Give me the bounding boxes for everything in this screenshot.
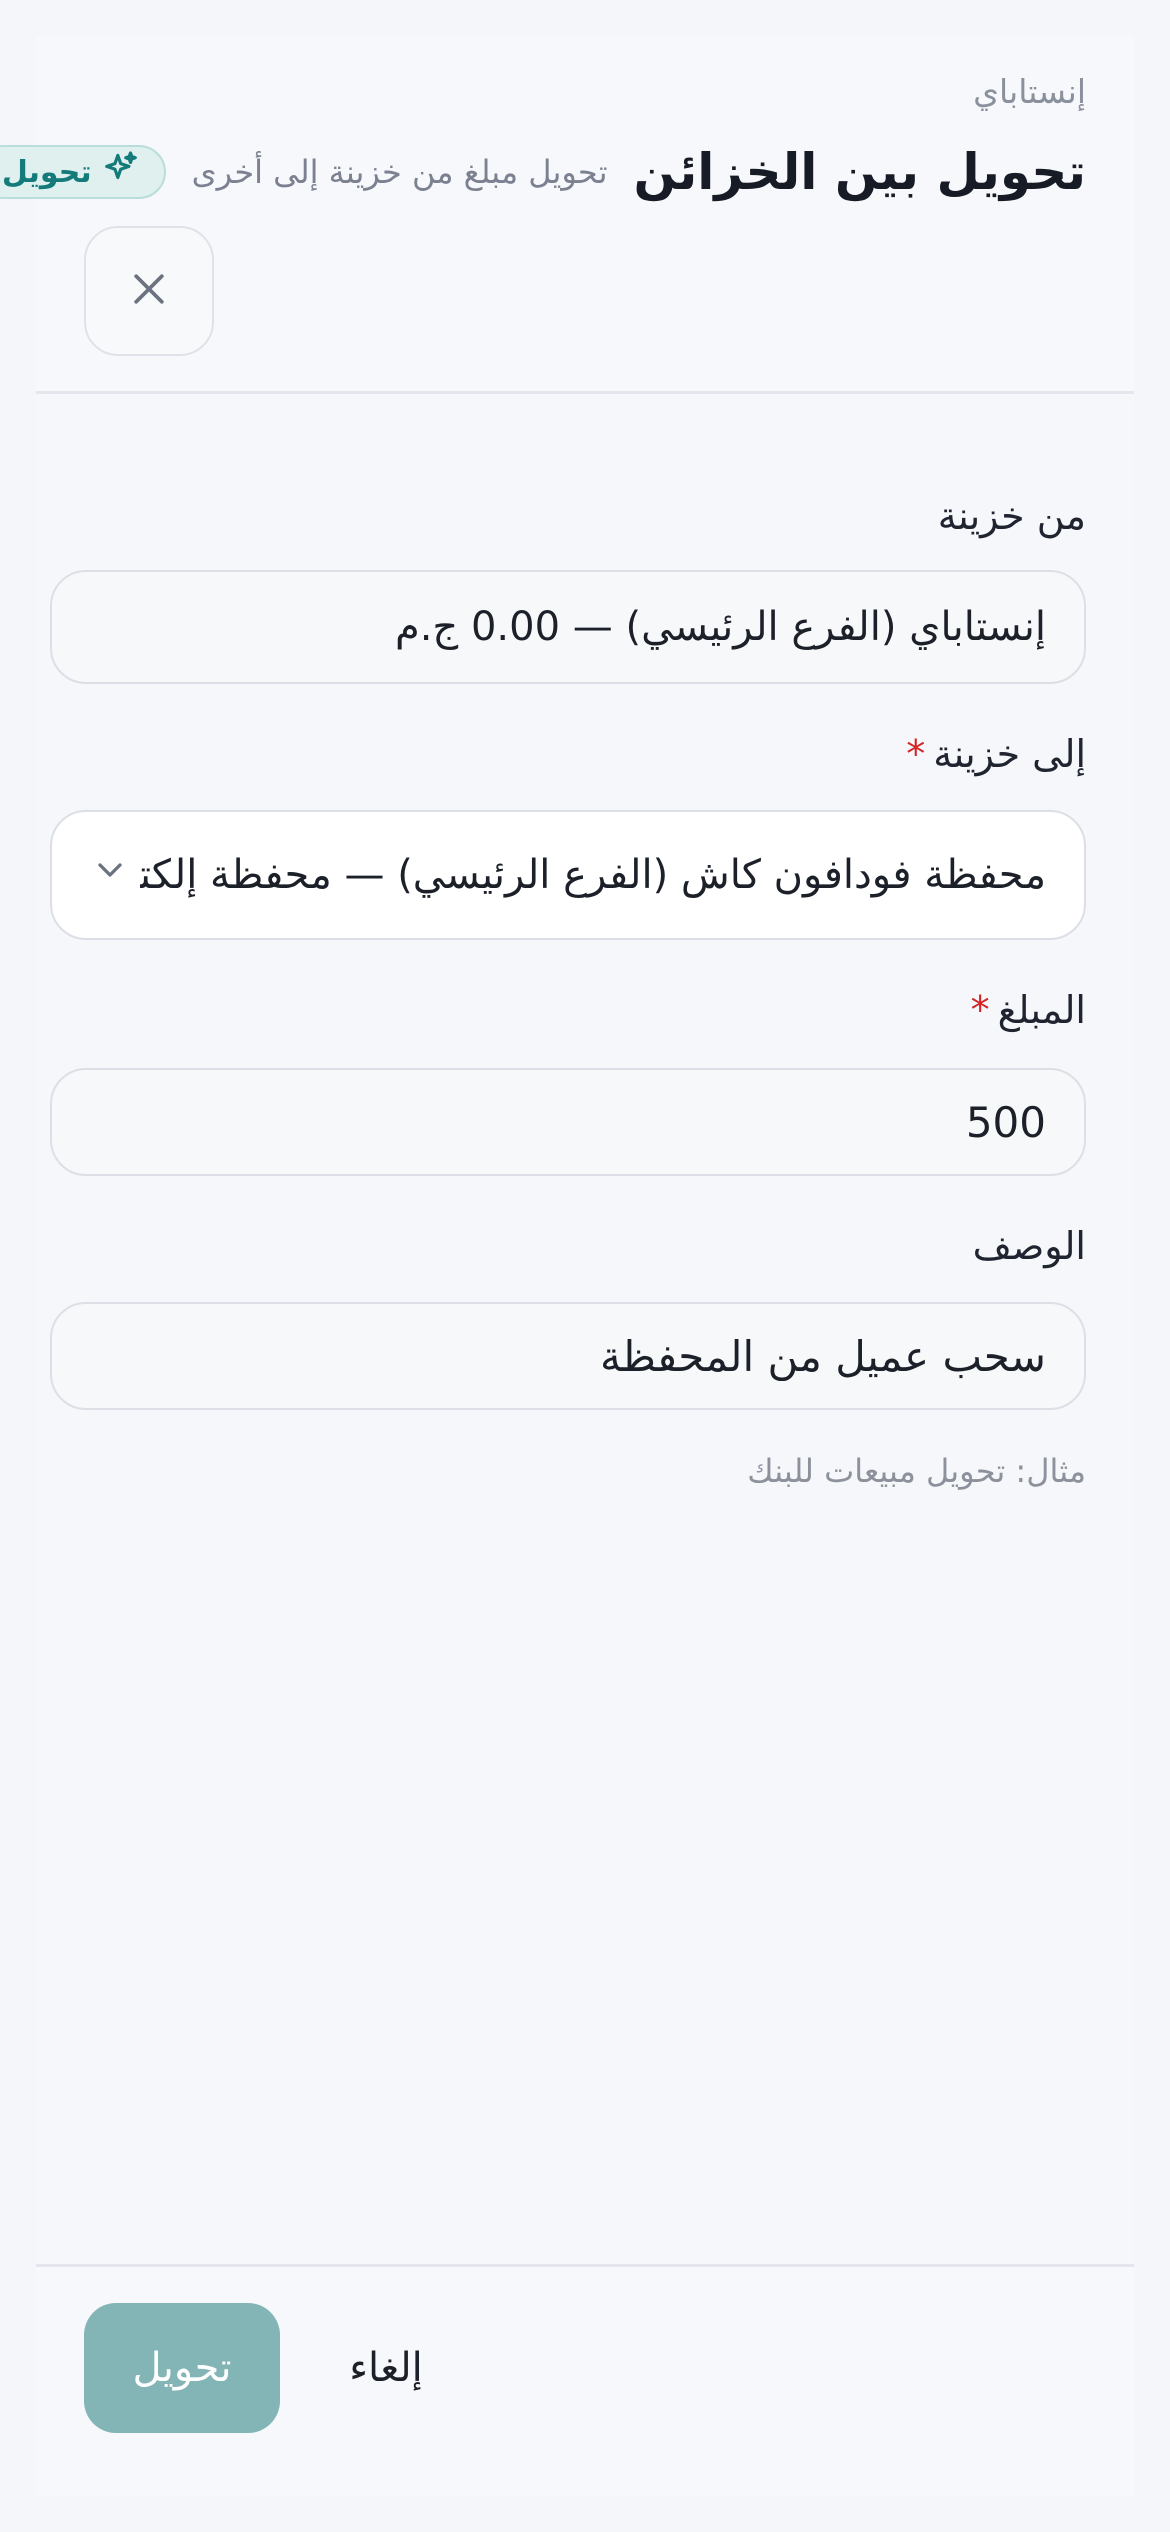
description-field[interactable] [50, 1302, 1086, 1410]
description-label: الوصف [973, 1224, 1086, 1268]
to-treasury-value: محفظة فودافون كاش (الفرع الرئيسي) — محفظ… [140, 852, 1046, 898]
amount-label: المبلغ* [971, 988, 1086, 1032]
sparkles-icon [102, 149, 140, 195]
cancel-button[interactable]: إلغاء [306, 2303, 466, 2433]
required-marker: * [970, 988, 990, 1032]
submit-transfer-button[interactable]: تحويل [84, 2303, 280, 2433]
description-input[interactable] [90, 1331, 1046, 1381]
from-treasury-label-text: من خزينة [937, 494, 1086, 538]
sheet-header: إنستاباي تحويل بين الخزائن تحويل مبلغ من… [0, 36, 1134, 394]
amount-field[interactable] [50, 1068, 1086, 1176]
to-treasury-label-text: إلى خزينة [933, 732, 1086, 776]
from-treasury-value: إنستاباي (الفرع الرئيسي) — 0.00 ج.م [394, 604, 1046, 650]
amount-label-text: المبلغ [997, 988, 1086, 1032]
description-label-text: الوصف [972, 1224, 1086, 1268]
chevron-down-icon [90, 850, 140, 900]
transfer-badge: تحويل [0, 145, 166, 199]
page-title: تحويل بين الخزائن [633, 143, 1086, 201]
from-treasury-field: إنستاباي (الفرع الرئيسي) — 0.00 ج.م [50, 570, 1086, 684]
badge-label: تحويل [1, 154, 92, 190]
close-button[interactable] [84, 226, 214, 356]
transfer-sheet: إنستاباي تحويل بين الخزائن تحويل مبلغ من… [0, 36, 1134, 2496]
to-treasury-label: إلى خزينة* [906, 732, 1086, 776]
close-icon [127, 267, 171, 315]
required-marker: * [906, 732, 926, 776]
amount-input[interactable] [90, 1097, 1046, 1147]
title-row: تحويل بين الخزائن تحويل مبلغ من خزينة إل… [0, 132, 1086, 212]
sheet-footer: تحويل إلغاء [36, 2264, 1134, 2496]
description-hint: مثال: تحويل مبيعات للبنك [747, 1452, 1086, 1490]
page-subtitle: تحويل مبلغ من خزينة إلى أخرى [191, 153, 608, 191]
to-treasury-select[interactable]: محفظة فودافون كاش (الفرع الرئيسي) — محفظ… [50, 810, 1086, 940]
brand-name: إنستاباي [973, 72, 1086, 111]
from-treasury-label: من خزينة [938, 494, 1086, 538]
